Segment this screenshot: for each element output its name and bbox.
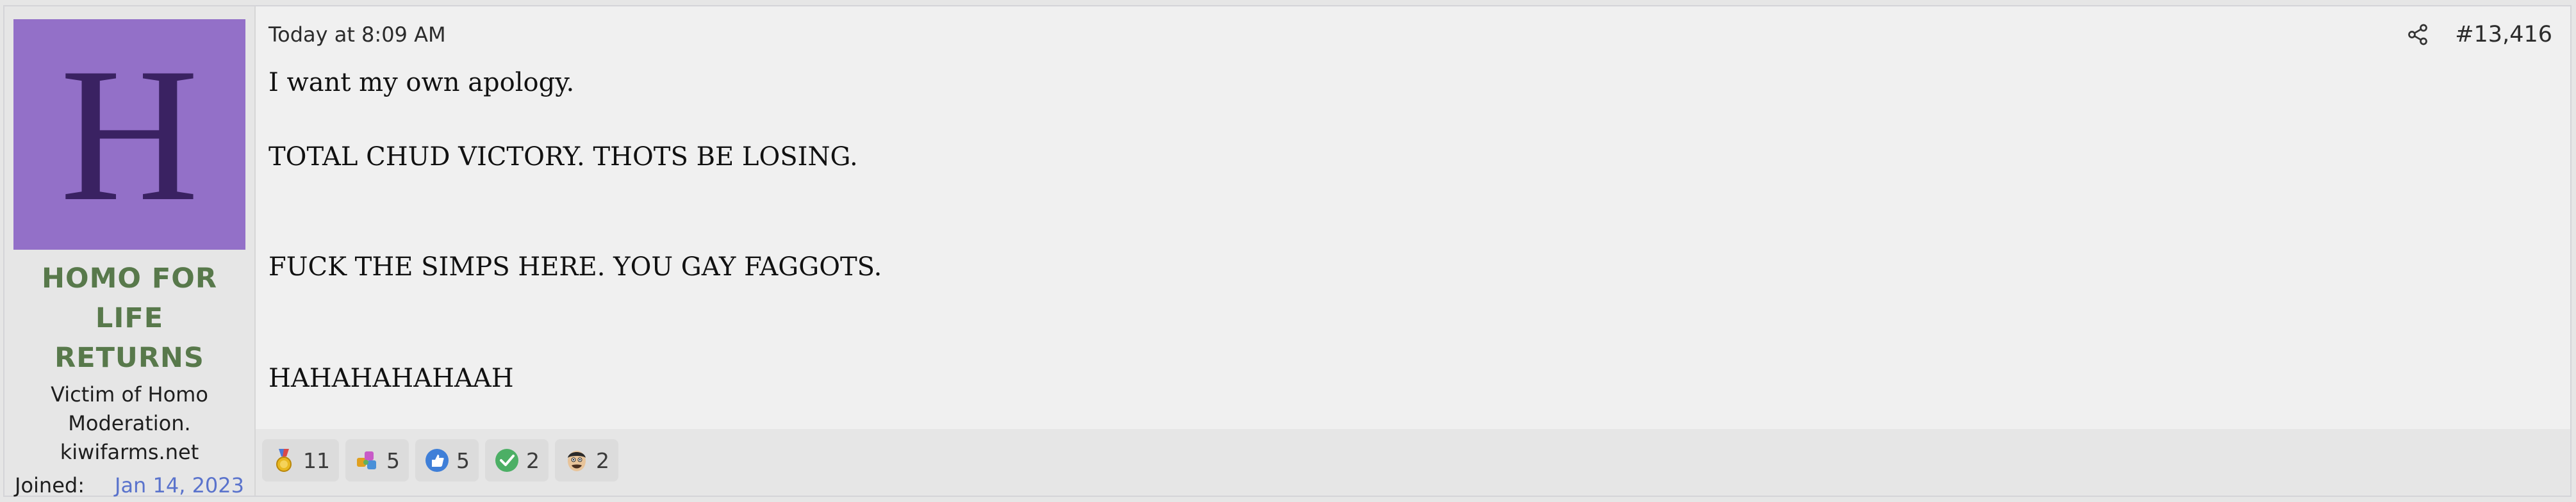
reactions-list: 11 5 5 2 2 [262,439,618,482]
reaction-count: 11 [303,448,330,473]
thumbs-up-icon [425,449,449,472]
face-icon [568,451,586,471]
reaction-puzzle[interactable]: 5 [345,439,409,482]
reactions-bar: 11 5 5 2 2 [256,429,2570,496]
reaction-count: 2 [526,448,540,473]
message-line: I want my own apology. [268,68,575,97]
user-title-line-3: kiwifarms.net [60,440,199,464]
reaction-checkmark[interactable]: 2 [485,439,549,482]
joined-label: Joined: [15,473,85,498]
reaction-thumbs-up[interactable]: 5 [415,439,479,482]
gold-medal-icon [276,449,292,472]
user-title: Victim of Homo Moderation. kiwifarms.net [13,380,245,467]
puzzle-pieces-icon [357,451,376,469]
post-header-actions: #13,416 [2406,22,2552,47]
username-line-2: RETURNS [54,342,204,374]
forum-post: H HOMO FOR LIFE RETURNS Victim of Homo M… [3,5,2572,498]
user-joined: Joined: Jan 14, 2023 [13,473,245,498]
avatar[interactable]: H [13,19,245,250]
reaction-count: 5 [456,448,470,473]
post-main: Today at 8:09 AM #13,416 I want my own a… [256,6,2570,496]
message-line: FUCK THE SIMPS HERE. YOU GAY FAGGOTS. [268,252,882,282]
reaction-face[interactable]: 2 [555,439,618,482]
message-line: HAHAHAHAHAAH [268,364,514,393]
user-info-panel: H HOMO FOR LIFE RETURNS Victim of Homo M… [4,6,256,498]
avatar-letter: H [60,28,199,241]
joined-date: Jan 14, 2023 [115,473,244,498]
username-line-1: HOMO FOR LIFE [42,263,217,334]
post-number-link[interactable]: #13,416 [2455,22,2552,47]
user-title-line-1: Victim of Homo [51,382,208,407]
post-header: Today at 8:09 AM #13,416 [268,20,2552,49]
checkmark-icon [495,449,518,472]
reaction-gold-medal[interactable]: 11 [262,439,339,482]
share-icon[interactable] [2406,22,2429,47]
reaction-count: 2 [596,448,609,473]
user-title-line-2: Moderation. [68,411,191,435]
username[interactable]: HOMO FOR LIFE RETURNS [13,259,245,378]
reaction-count: 5 [386,448,400,473]
message-line: TOTAL CHUD VICTORY. THOTS BE LOSING. [268,142,858,172]
post-date[interactable]: Today at 8:09 AM [268,22,446,47]
